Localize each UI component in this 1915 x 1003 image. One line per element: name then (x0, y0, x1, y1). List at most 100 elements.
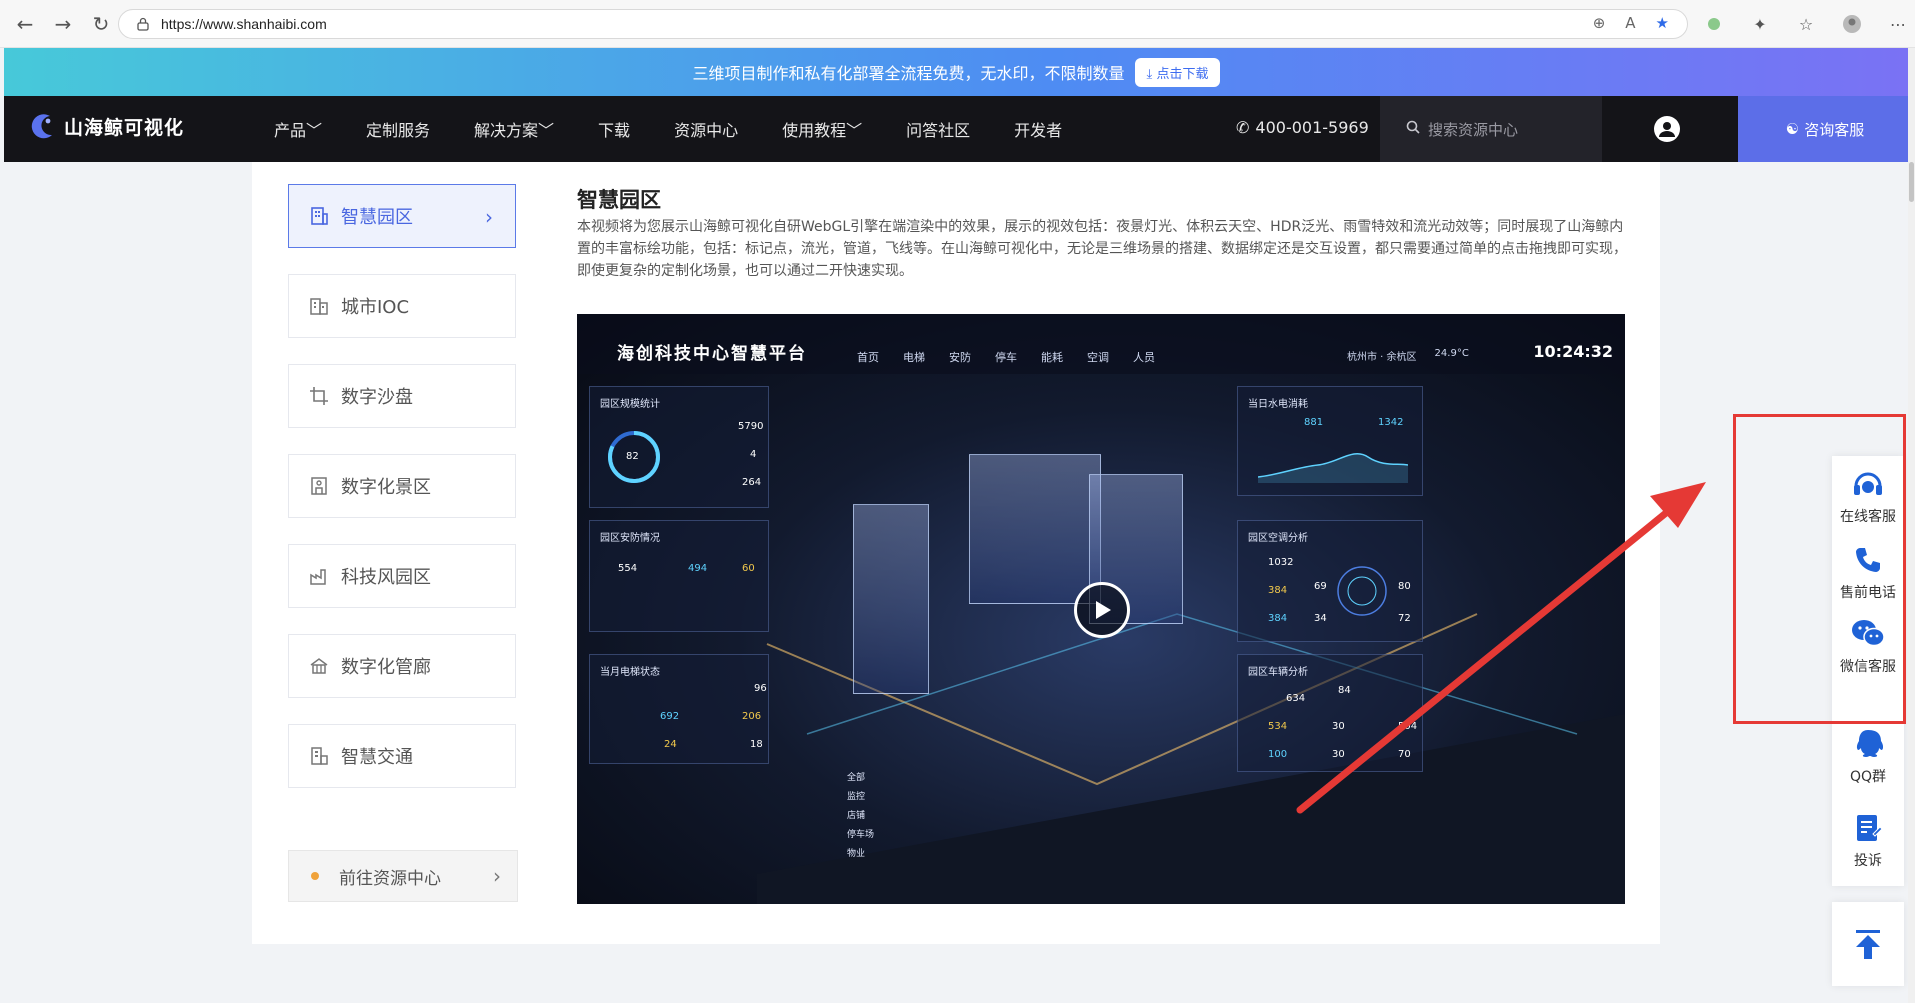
dashboard-nav-item: 首页 (857, 351, 879, 364)
float-item-qq-group[interactable]: QQ群 (1832, 726, 1904, 786)
panel-parking: 园区车辆分析 634 84 534 30 504 100 30 70 (1237, 654, 1423, 772)
video-frame: 海创科技中心智慧平台 首页 电梯 安防 停车 能耗 空调 人员 杭州市 · 余杭… (577, 314, 1625, 904)
sidebar-item-smart-traffic[interactable]: 智慧交通 (288, 724, 516, 788)
extensions-icon[interactable]: ✦ (1746, 10, 1774, 38)
favorite-star-icon[interactable]: ★ (1656, 14, 1669, 32)
collections-icon[interactable]: ☆ (1792, 10, 1820, 38)
legend-item: 全部 (847, 773, 866, 783)
sidebar-item-tech-park[interactable]: 科技风园区 (288, 544, 516, 608)
sidebar-item-digital-sandbox[interactable]: 数字沙盘 (288, 364, 516, 428)
menu-item-resources[interactable]: 资源中心 (674, 117, 738, 141)
dashboard-nav-item: 安防 (949, 351, 971, 364)
menu-item-download[interactable]: 下载 (598, 117, 630, 141)
menu-item-solutions[interactable]: 解决方案﹀ (474, 117, 554, 141)
forward-icon[interactable]: → (46, 7, 80, 41)
more-icon[interactable]: ⋯ (1884, 10, 1912, 38)
user-avatar-icon[interactable] (1654, 116, 1680, 142)
location-text: 杭州市 · 余杭区 (1347, 352, 1417, 363)
elevator-v2: 206 (742, 711, 762, 722)
chevron-right-icon: › (485, 205, 493, 229)
annotation-highlight-box (1733, 414, 1906, 724)
menu-item-developer[interactable]: 开发者 (1014, 117, 1062, 141)
legend-item: 停车场 (847, 830, 875, 840)
back-to-top-button[interactable] (1832, 902, 1904, 986)
pipe-icon (307, 654, 331, 678)
address-bar[interactable]: https://www.shanhaibi.com ⊕ A ★ (118, 9, 1688, 39)
main-menu: 产品﹀ 定制服务 解决方案﹀ 下载 资源中心 使用教程﹀ 问答社区 开发者 (274, 96, 1106, 162)
refresh-icon[interactable]: ↻ (84, 7, 118, 41)
sidebar-item-label: 数字化管廊 (341, 657, 431, 678)
ac-v7: 72 (1398, 613, 1411, 624)
complaint-icon (1850, 810, 1886, 846)
ac-v4: 69 (1314, 581, 1327, 592)
dashboard-nav-item: 停车 (995, 351, 1017, 364)
elevator-v3: 24 (664, 739, 677, 750)
sidebar-item-label: 科技风园区 (341, 567, 431, 588)
browser-toolbar: ← → ↻ https://www.shanhaibi.com ⊕ A ★ ✦ … (0, 0, 1915, 48)
building-model (969, 454, 1101, 604)
elevator-v1: 692 (660, 711, 680, 722)
logo-mark-icon (31, 114, 52, 139)
extension-circle-icon[interactable] (1700, 10, 1728, 38)
promo-text: 三维项目制作和私有化部署全流程免费，无水印，不限制数量 (692, 64, 1125, 83)
parking-v5: 30 (1332, 749, 1345, 760)
building-icon (307, 204, 331, 228)
phone-number[interactable]: ✆ 400-001-5969 (1236, 118, 1369, 137)
city-icon (307, 294, 331, 318)
panel-title: 园区安防情况 (600, 533, 660, 544)
sidebar-item-label: 数字化景区 (341, 477, 431, 498)
logo[interactable]: 山海鲸可视化 (28, 111, 184, 141)
dashboard-title: 海创科技中心智慧平台 (617, 344, 807, 364)
panel-title: 园区车辆分析 (1248, 667, 1308, 678)
download-button[interactable]: ⤓ 点击下载 (1134, 57, 1221, 87)
water-value: 881 (1304, 417, 1324, 428)
dashboard-location: 杭州市 · 余杭区 24.9°C (1347, 348, 1469, 363)
float-item-label: 投诉 (1854, 853, 1882, 869)
legend-item: 店铺 (847, 811, 866, 821)
legend-item: 物业 (847, 849, 866, 859)
ac-v6: 80 (1398, 581, 1411, 592)
download-button-label: 点击下载 (1156, 66, 1209, 82)
dashboard-nav-item: 能耗 (1041, 351, 1063, 364)
elevator-percent: 96 (754, 683, 767, 694)
consult-button[interactable]: ☯ 咨询客服 (1738, 96, 1912, 162)
sidebar-item-digital-scenic[interactable]: 数字化景区 (288, 454, 516, 518)
search-placeholder: 搜索资源中心 (1428, 120, 1519, 139)
dashboard-time: 10:24:32 (1533, 342, 1613, 361)
profile-icon[interactable] (1838, 10, 1866, 38)
menu-item-custom-service[interactable]: 定制服务 (366, 117, 430, 141)
menu-item-product[interactable]: 产品﹀ (274, 117, 322, 141)
sidebar-item-city-ioc[interactable]: 城市IOC (288, 274, 516, 338)
promo-banner: 三维项目制作和私有化部署全流程免费，无水印，不限制数量 ⤓ 点击下载 (4, 48, 1909, 96)
menu-item-community[interactable]: 问答社区 (906, 117, 970, 141)
map-legend: 全部 监控 店铺 停车场 物业 (847, 769, 874, 864)
video-player[interactable]: 海创科技中心智慧平台 首页 电梯 安防 停车 能耗 空调 人员 杭州市 · 余杭… (577, 314, 1625, 904)
search-input[interactable]: 搜索资源中心 (1380, 96, 1602, 162)
building-count: 4 (750, 449, 757, 460)
menu-item-tutorials[interactable]: 使用教程﹀ (782, 117, 862, 141)
resource-link-label: 前往资源中心 (339, 868, 441, 889)
dashboard-nav-item: 空调 (1087, 351, 1109, 364)
parking-v6: 70 (1398, 749, 1411, 760)
panel-title: 当日水电消耗 (1248, 399, 1308, 410)
url-text: https://www.shanhaibi.com (161, 16, 327, 32)
resource-center-link[interactable]: 前往资源中心 › (288, 850, 518, 902)
ac-v2: 384 (1268, 585, 1288, 596)
headset-small-icon: ☯ (1785, 120, 1800, 138)
arrow-up-icon (1856, 930, 1880, 959)
panel-title: 当月电梯状态 (600, 667, 660, 678)
sidebar-item-smart-park[interactable]: 智慧园区 › (288, 184, 516, 248)
scrollbar-thumb[interactable] (1909, 162, 1914, 202)
float-item-complaint[interactable]: 投诉 (1832, 810, 1904, 870)
legend-item: 监控 (847, 792, 866, 802)
read-aloud-icon[interactable]: A (1625, 14, 1635, 32)
panel-ac: 园区空调分析 1032 384 384 69 34 80 72 (1237, 520, 1423, 642)
panel-elevator: 当月电梯状态 96 692 206 24 18 (589, 654, 769, 764)
phone-text: 400-001-5969 (1255, 118, 1369, 137)
dashboard-nav-item: 人员 (1133, 351, 1155, 364)
back-icon[interactable]: ← (8, 7, 42, 41)
sidebar-item-digital-pipe[interactable]: 数字化管廊 (288, 634, 516, 698)
play-button[interactable] (1074, 582, 1130, 638)
zoom-icon[interactable]: ⊕ (1593, 14, 1606, 32)
parking-v3: 504 (1398, 721, 1418, 732)
